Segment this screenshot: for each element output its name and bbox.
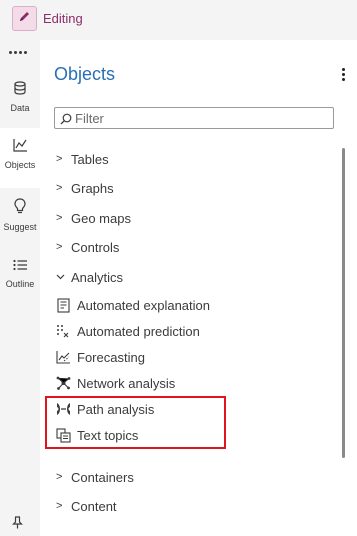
vertical-scrollbar[interactable]	[342, 148, 345, 458]
chevron-right-icon: >	[56, 212, 63, 224]
forecasting-icon	[54, 349, 72, 365]
category-label: Containers	[71, 469, 134, 485]
filter-field[interactable]	[54, 107, 334, 129]
category-analytics[interactable]: Analytics	[56, 267, 123, 287]
rail-item-objects[interactable]: Objects	[0, 128, 40, 188]
category-label: Controls	[71, 239, 120, 255]
more-horizontal-icon[interactable]	[9, 51, 29, 57]
chevron-right-icon: >	[56, 500, 63, 512]
category-controls[interactable]: > Controls	[56, 237, 119, 257]
rail-item-suggest[interactable]: Suggest	[0, 198, 40, 240]
rail-label-suggest: Suggest	[3, 222, 37, 232]
rail-item-data[interactable]: Data	[0, 78, 40, 120]
object-label: Forecasting	[77, 349, 145, 365]
automated-explanation-icon	[54, 297, 72, 313]
panel-title: Objects	[54, 64, 116, 84]
objects-panel: Objects > Tables > Graphs > Geo maps > C…	[40, 40, 357, 536]
chevron-right-icon: >	[56, 471, 63, 483]
pin-icon[interactable]	[12, 516, 23, 534]
left-rail: Data Objects Suggest Outline	[0, 40, 40, 536]
network-analysis-icon	[54, 375, 72, 391]
lightbulb-icon	[14, 198, 26, 219]
object-automated-explanation[interactable]: Automated explanation	[54, 295, 210, 315]
line-chart-icon	[12, 138, 28, 157]
chevron-right-icon: >	[56, 241, 63, 253]
category-tables[interactable]: > Tables	[56, 149, 109, 169]
pencil-icon	[18, 10, 31, 28]
edit-mode-button[interactable]	[12, 6, 37, 31]
object-label: Automated prediction	[77, 323, 200, 339]
rail-label-objects: Objects	[4, 160, 36, 170]
automated-prediction-icon	[54, 323, 72, 339]
object-label: Automated explanation	[77, 297, 210, 313]
highlight-box	[45, 396, 226, 449]
filter-input[interactable]	[75, 109, 325, 127]
editing-mode-label: Editing	[43, 11, 83, 26]
category-containers[interactable]: > Containers	[56, 467, 134, 487]
rail-label-data: Data	[10, 103, 30, 113]
category-label: Graphs	[71, 180, 114, 196]
category-geo-maps[interactable]: > Geo maps	[56, 208, 131, 228]
object-forecasting[interactable]: Forecasting	[54, 347, 145, 367]
kebab-menu-icon[interactable]	[342, 68, 345, 81]
list-icon	[12, 258, 28, 276]
category-graphs[interactable]: > Graphs	[56, 178, 114, 198]
object-network-analysis[interactable]: Network analysis	[54, 373, 175, 393]
category-label: Tables	[71, 151, 109, 167]
category-label: Geo maps	[71, 210, 131, 226]
chevron-right-icon: >	[56, 182, 63, 194]
top-bar: Editing	[0, 0, 357, 40]
object-label: Network analysis	[77, 375, 176, 391]
category-content[interactable]: > Content	[56, 496, 117, 516]
category-label: Content	[71, 498, 117, 514]
database-icon	[13, 81, 27, 100]
object-automated-prediction[interactable]: Automated prediction	[54, 321, 200, 341]
search-icon	[60, 112, 72, 130]
chevron-down-icon	[56, 271, 68, 283]
category-label: Analytics	[71, 269, 124, 285]
rail-label-outline: Outline	[5, 279, 35, 289]
chevron-right-icon: >	[56, 153, 63, 165]
rail-item-outline[interactable]: Outline	[0, 258, 40, 300]
